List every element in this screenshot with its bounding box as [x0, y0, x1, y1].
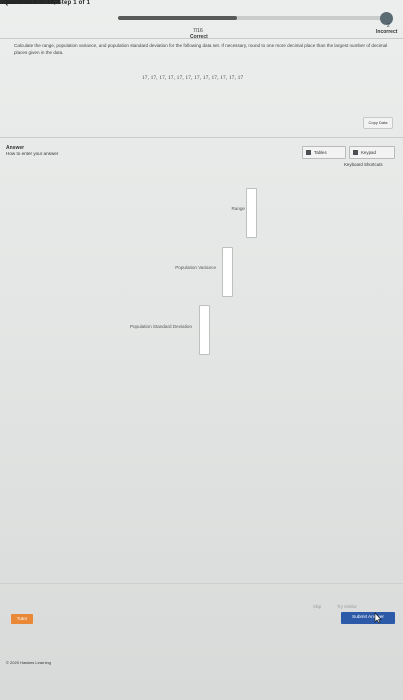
population-variance-label: Population Variance: [175, 265, 216, 270]
progress-bar: [118, 16, 388, 20]
copyright: © 2020 Hawkes Learning: [6, 660, 51, 665]
range-input[interactable]: [246, 188, 257, 238]
population-std-dev-input[interactable]: [199, 305, 210, 355]
table-icon: [306, 150, 311, 156]
data-set: 17, 17, 17, 17, 17, 17, 17, 17, 17, 17, …: [142, 76, 244, 81]
question-instructions: Calculate the range, population variance…: [14, 43, 388, 55]
incorrect-label: Incorrect: [376, 29, 398, 35]
population-variance-input[interactable]: [222, 247, 233, 297]
keypad-icon: [353, 150, 358, 156]
population-std-dev-label: Population Standard Deviation: [129, 324, 192, 329]
how-to-enter-answer-link[interactable]: How to enter your answer: [6, 151, 58, 156]
try-similar-link[interactable]: Try Similar: [337, 604, 357, 609]
skip-link[interactable]: Skip: [313, 604, 321, 609]
keypad-button[interactable]: Keypad: [349, 146, 395, 159]
keyboard-shortcuts-link[interactable]: Keyboard Shortcuts: [344, 162, 383, 167]
tutor-button[interactable]: Tutor: [11, 614, 33, 624]
keypad-label: Keypad: [361, 150, 376, 155]
progress-fill: [118, 16, 237, 20]
tables-button[interactable]: Tables: [302, 146, 346, 159]
answer-divider: [0, 137, 403, 138]
copy-data-button[interactable]: Copy Data: [363, 117, 393, 129]
mouse-cursor-icon: [374, 612, 382, 624]
header-divider: [0, 38, 403, 39]
tables-label: Tables: [314, 150, 327, 155]
question-title: Question 8 of 12, Step 1 of 1: [4, 0, 91, 6]
range-label: Range: [231, 206, 245, 211]
footer-divider: [0, 583, 403, 584]
submit-answer-button[interactable]: Submit Answer: [341, 612, 395, 624]
correct-label: Correct: [190, 34, 208, 40]
screen: Question 8 of 12, Step 1 of 1 7/16 Corre…: [0, 0, 403, 700]
